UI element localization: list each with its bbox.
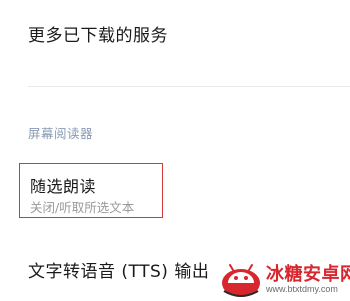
watermark-text: 冰糖安卓网 www.btxtdmy.com	[266, 264, 350, 295]
select-to-speak-subtitle: 关闭/听取所选文本	[30, 200, 135, 215]
watermark-android-icon	[222, 263, 260, 297]
select-to-speak-title: 随选朗读	[30, 177, 97, 196]
accessibility-settings-screen: 更多已下载的服务 屏幕阅读器 随选朗读 关闭/听取所选文本 文字转语音 (TTS…	[0, 0, 350, 301]
watermark-url: www.btxtdmy.com	[266, 284, 338, 294]
tts-output-label: 文字转语音 (TTS) 输出	[28, 262, 210, 282]
more-services-label: 更多已下载的服务	[28, 26, 168, 46]
section-header-screen-reader: 屏幕阅读器	[28, 126, 94, 141]
more-services-row[interactable]: 更多已下载的服务	[0, 0, 350, 75]
watermark-logo: 冰糖安卓网 www.btxtdmy.com	[220, 258, 350, 301]
section-divider	[28, 86, 350, 87]
watermark-name: 冰糖安卓网	[266, 264, 350, 284]
